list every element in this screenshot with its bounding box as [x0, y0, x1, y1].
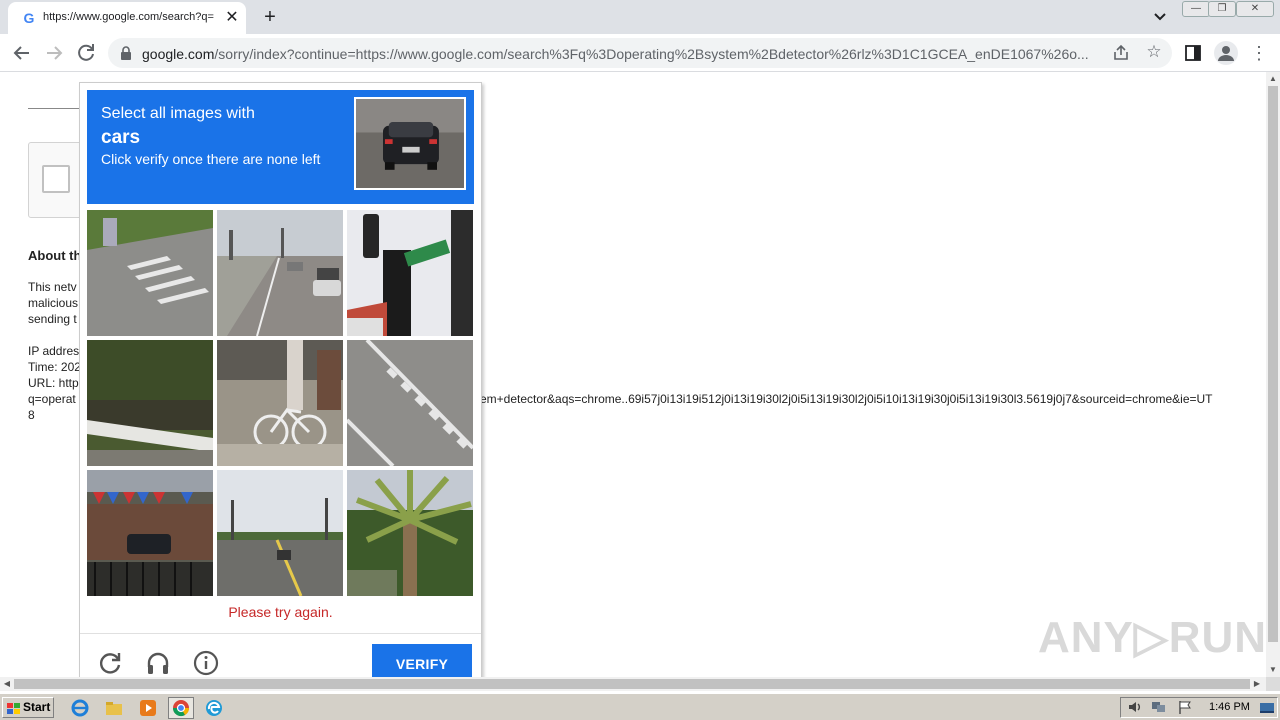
- recaptcha-challenge-dialog: Select all images with cars Click verify…: [79, 82, 482, 684]
- window-close-button[interactable]: ✕: [1236, 1, 1274, 17]
- tab-close-icon[interactable]: ✕: [222, 8, 242, 28]
- side-panel-icon[interactable]: [1184, 44, 1202, 62]
- url-label: URL: http: [28, 376, 79, 390]
- headphones-icon[interactable]: [145, 650, 171, 676]
- scrollbar-corner: [1266, 677, 1280, 691]
- google-favicon-icon: G: [23, 10, 35, 26]
- tile-railing-trees[interactable]: [87, 340, 213, 466]
- bookmark-star-icon[interactable]: ☆: [1144, 42, 1164, 62]
- chrome-taskbar-button[interactable]: [168, 697, 194, 719]
- ip-address-label: IP addres: [28, 344, 80, 358]
- challenge-instructions: Click verify once there are none left: [101, 151, 321, 167]
- window-minimize-button[interactable]: —: [1182, 1, 1210, 17]
- about-para-line: sending t: [28, 312, 77, 326]
- taskbar-clock[interactable]: 1:46 PM: [1209, 701, 1250, 713]
- start-label: Start: [23, 700, 51, 714]
- anyrun-watermark: ANY▷RUN: [1038, 613, 1268, 662]
- show-desktop-icon[interactable]: [1259, 700, 1275, 716]
- tile-palm-tree[interactable]: [347, 470, 473, 596]
- reload-challenge-icon[interactable]: [97, 650, 123, 676]
- about-heading: About th: [28, 248, 82, 263]
- tile-storefront-car[interactable]: [87, 470, 213, 596]
- action-center-flag-icon[interactable]: [1177, 699, 1193, 715]
- tile-bicycle[interactable]: [217, 340, 343, 466]
- tab-strip: G https://www.google.com/search?q= ✕ + —…: [0, 0, 1280, 34]
- about-para-line: malicious: [28, 296, 79, 310]
- about-para-line: This netv: [28, 280, 77, 294]
- scroll-down-arrow-icon[interactable]: ▼: [1266, 663, 1280, 677]
- reload-icon[interactable]: [74, 41, 98, 65]
- scroll-left-arrow-icon[interactable]: ◀: [0, 677, 14, 691]
- vertical-scroll-thumb[interactable]: [1268, 86, 1278, 642]
- forward-arrow-icon[interactable]: [42, 41, 66, 65]
- browser-tab[interactable]: G https://www.google.com/search?q= ✕: [8, 2, 246, 34]
- edge-browser-icon[interactable]: [204, 698, 224, 718]
- recaptcha-checkbox[interactable]: [42, 165, 70, 193]
- url-host: google.com: [142, 46, 215, 62]
- windows-taskbar: Start 1:46 PM: [0, 693, 1280, 720]
- time-label: Time: 202: [28, 360, 81, 374]
- tile-crosswalk-stripes[interactable]: [347, 340, 473, 466]
- tile-street-road[interactable]: [217, 470, 343, 596]
- volume-icon[interactable]: [1127, 699, 1143, 715]
- info-icon[interactable]: [193, 650, 219, 676]
- start-button[interactable]: Start: [2, 697, 54, 718]
- error-message: Please try again.: [228, 604, 333, 620]
- internet-explorer-icon[interactable]: [70, 698, 90, 718]
- url-line-end: em+detector&aqs=chrome..69i57j0i13i19i51…: [480, 392, 1213, 406]
- tab-title: https://www.google.com/search?q=: [43, 11, 214, 23]
- kebab-menu-icon[interactable]: ⋮: [1250, 41, 1268, 65]
- challenge-prompt: Select all images with: [101, 105, 255, 122]
- url-text[interactable]: google.com/sorry/index?continue=https://…: [142, 46, 1102, 62]
- file-explorer-icon[interactable]: [104, 698, 124, 718]
- url-line-start: q=operat: [28, 392, 76, 406]
- address-bar[interactable]: google.com/sorry/index?continue=https://…: [108, 38, 1172, 68]
- tile-traffic-light-sign[interactable]: [347, 210, 473, 336]
- horizontal-scroll-thumb[interactable]: [14, 679, 1250, 689]
- media-player-icon[interactable]: [138, 698, 158, 718]
- horizontal-scrollbar[interactable]: ◀ ▶: [0, 677, 1266, 691]
- new-tab-button[interactable]: +: [258, 5, 282, 29]
- challenge-header: Select all images with cars Click verify…: [87, 90, 474, 204]
- sample-car-image: [354, 97, 466, 190]
- network-icon[interactable]: [1151, 699, 1167, 715]
- windows-flag-icon: [7, 702, 20, 714]
- system-tray: 1:46 PM: [1120, 697, 1278, 718]
- scroll-up-arrow-icon[interactable]: ▲: [1266, 72, 1280, 86]
- challenge-image-grid: [87, 210, 474, 597]
- share-icon[interactable]: [1112, 44, 1130, 62]
- window-maximize-button[interactable]: ❐: [1208, 1, 1236, 17]
- tab-search-chevron-icon[interactable]: [1150, 8, 1170, 26]
- url-line-wrap: 8: [28, 408, 35, 422]
- back-arrow-icon[interactable]: [10, 41, 34, 65]
- browser-toolbar: google.com/sorry/index?continue=https://…: [0, 34, 1280, 72]
- challenge-footer: VERIFY: [80, 633, 481, 684]
- lock-icon[interactable]: [120, 46, 132, 60]
- url-path: /sorry/index?continue=https://www.google…: [214, 46, 1089, 62]
- challenge-keyword: cars: [101, 127, 141, 148]
- vertical-scrollbar[interactable]: ▲ ▼: [1266, 72, 1280, 677]
- profile-avatar-icon[interactable]: [1214, 41, 1238, 65]
- scroll-right-arrow-icon[interactable]: ▶: [1250, 677, 1264, 691]
- tile-road-with-cars[interactable]: [217, 210, 343, 336]
- tile-crosswalk-grass[interactable]: [87, 210, 213, 336]
